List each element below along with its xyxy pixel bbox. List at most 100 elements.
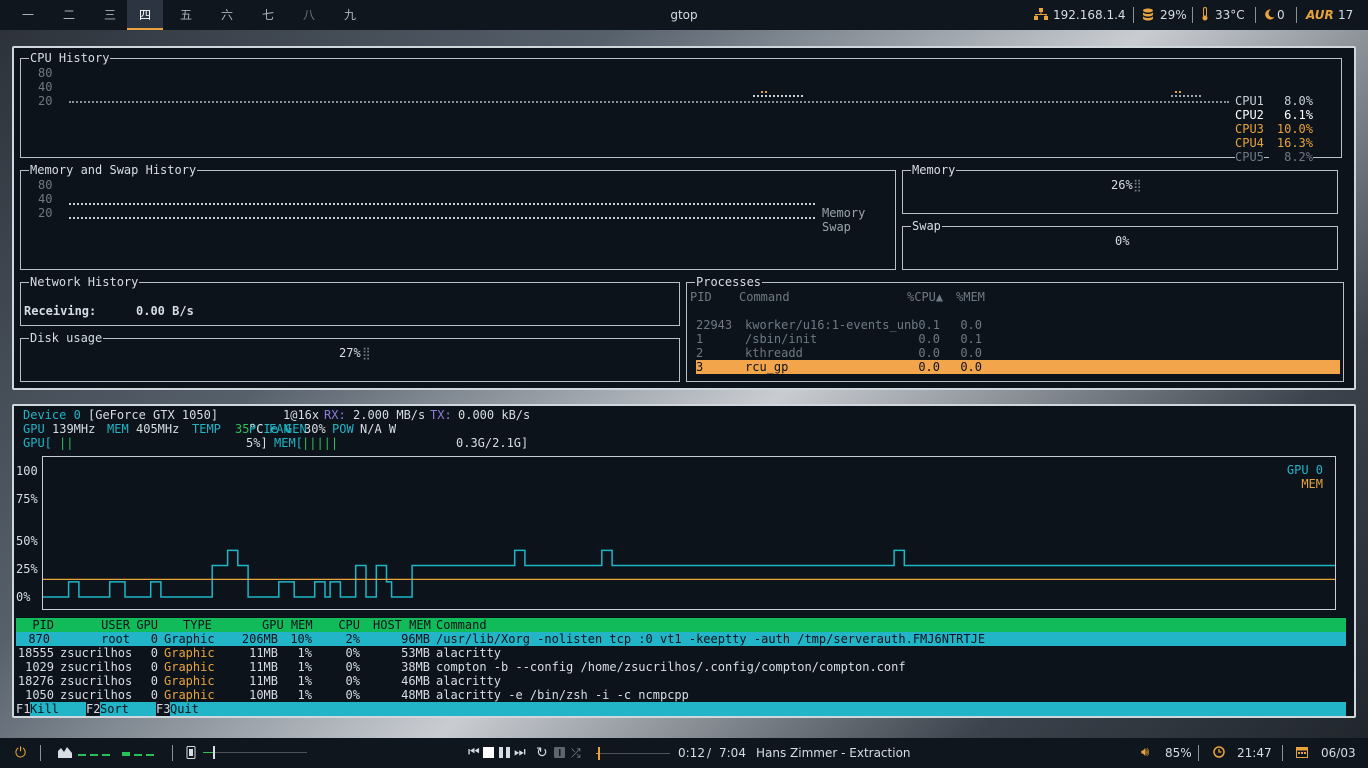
gpu-usage-chart	[43, 549, 1335, 598]
process-row[interactable]: 22943 kworker/u16:1-events_unb 0.1 0.0	[696, 318, 1340, 332]
process-row-selected[interactable]: 3 rcu_gp 0.0 0.0	[696, 360, 1340, 374]
gpu-process-cpu: 0%	[345, 660, 360, 674]
workspace-6[interactable]: 六	[207, 0, 247, 30]
next-track-icon[interactable]: ⏭	[514, 738, 526, 768]
cpu5-value: 8.2%	[1269, 150, 1313, 164]
gpu-process-user: zsucrilhos	[60, 674, 133, 688]
brightness-slider[interactable]	[203, 746, 307, 759]
cpu1-value: 8.0%	[1284, 94, 1313, 108]
stop-icon[interactable]	[483, 738, 494, 768]
gpu-process-host-mem: 38MB	[401, 660, 430, 674]
memory-swap-history-title: Memory and Swap History	[29, 163, 198, 177]
cpu3-label: CPU3	[1235, 122, 1264, 136]
process-row[interactable]: 2 kthreadd 0.0 0.0	[696, 346, 1340, 360]
processes-header-pid[interactable]: PID	[690, 290, 712, 304]
power-icon[interactable]: ⏻	[15, 738, 26, 768]
gpu-process-row[interactable]: 1050 zsucrilhos 0 Graphic 10MB 1% 0% 48M…	[16, 688, 1346, 702]
workspace-3[interactable]: 三	[90, 0, 130, 30]
device-label: Device 0	[23, 408, 81, 422]
device-name: [GeForce GTX 1050]	[88, 408, 219, 422]
f2-key[interactable]: F2	[86, 702, 100, 716]
f1-key[interactable]: F1	[16, 702, 30, 716]
gpu-process-row[interactable]: 18555 zsucrilhos 0 Graphic 11MB 1% 0% 53…	[16, 646, 1346, 660]
brightness-slider-handle[interactable]	[213, 746, 216, 759]
activity-mark	[102, 754, 110, 756]
workspace-5[interactable]: 五	[166, 0, 206, 30]
gpu-process-gpu-mem-pct: 10%	[290, 632, 312, 646]
gpu-process-row-selected[interactable]: 870 root 0 Graphic 206MB 10% 2% 96MB /us…	[16, 632, 1346, 646]
player-progress-handle[interactable]	[598, 747, 601, 760]
activity-mark	[134, 754, 142, 756]
header-cpu[interactable]: CPU	[326, 618, 360, 632]
cpu5-label: CPU5	[1235, 150, 1264, 164]
disk-usage-percent: 27%	[339, 346, 361, 360]
rx-value: 2.000 MB/s	[353, 408, 426, 422]
chart-legend-mem: MEM	[1301, 477, 1323, 491]
processes-header-command[interactable]: Command	[739, 290, 790, 304]
top-bar: 一 二 三 四 五 六 七 八 九 gtop 192.168.1.4 29% 3…	[0, 0, 1368, 30]
memory-swap-history-panel: Memory and Swap History 80 40 20 Memory …	[20, 163, 896, 270]
aur-label: AUR	[1306, 8, 1334, 22]
workspace-4[interactable]: 四	[127, 0, 163, 30]
header-host-mem[interactable]: HOST MEM	[373, 618, 431, 632]
gpu-process-host-mem: 53MB	[401, 646, 430, 660]
workspace-7[interactable]: 七	[248, 0, 288, 30]
pause-icon[interactable]	[499, 738, 511, 768]
activity-icon	[58, 738, 72, 768]
gpu-process-cpu: 0%	[345, 674, 360, 688]
cpu4-label: CPU4	[1235, 136, 1264, 150]
tx-value: 0.000 kB/s	[458, 408, 531, 422]
mem-bar-fill: |||||	[302, 436, 339, 450]
header-pid[interactable]: PID	[16, 618, 54, 632]
quit-action[interactable]: Quit	[170, 702, 230, 716]
temp-unit: °C	[249, 422, 264, 436]
gpu-process-type: Graphic	[164, 660, 215, 674]
swap-panel: Swap 0%	[902, 219, 1338, 270]
header-type[interactable]: TYPE	[183, 618, 212, 632]
header-gpu-mem[interactable]: GPU MEM	[262, 618, 313, 632]
gpu-process-type: Graphic	[164, 646, 215, 660]
previous-track-icon[interactable]: ⏮	[468, 738, 480, 768]
single-icon[interactable]	[554, 738, 565, 768]
process-row[interactable]: 1 /sbin/init 0.0 0.1	[696, 332, 1340, 346]
gpu-process-gpu: 0	[150, 674, 158, 688]
disk-usage: 29%	[1160, 8, 1187, 22]
volume-level[interactable]: 85%	[1165, 738, 1192, 768]
gpu-process-cpu: 2%	[345, 632, 360, 646]
repeat-icon[interactable]: ↻	[536, 738, 548, 768]
gpu-process-type: Graphic	[164, 632, 215, 646]
header-user[interactable]: USER	[60, 618, 130, 632]
processes-header-mem[interactable]: %MEM	[956, 290, 985, 304]
cpu2-value: 6.1%	[1284, 108, 1313, 122]
gpu-process-host-mem: 48MB	[401, 688, 430, 702]
kill-action[interactable]: Kill	[30, 702, 86, 716]
gpu-process-gpu-mem-pct: 1%	[297, 660, 312, 674]
gpu-process-user: zsucrilhos	[60, 660, 133, 674]
header-command[interactable]: Command	[436, 618, 487, 632]
f3-key[interactable]: F3	[156, 702, 170, 716]
process-command: /sbin/init	[745, 332, 818, 346]
process-command: kworker/u16:1-events_unb	[745, 318, 919, 332]
gpu-process-row[interactable]: 18276 zsucrilhos 0 Graphic 11MB 1% 0% 46…	[16, 674, 1346, 688]
network-history-title: Network History	[29, 275, 140, 289]
volume-icon[interactable]: 🔊︎	[1141, 738, 1149, 768]
process-cpu: 0.1	[918, 318, 940, 332]
workspace-9[interactable]: 九	[330, 0, 370, 30]
gpu-process-user: zsucrilhos	[60, 688, 133, 702]
network-history-panel: Network History Receiving: 0.00 B/s	[20, 275, 680, 326]
workspace-8[interactable]: 八	[289, 0, 329, 30]
workspace-2[interactable]: 二	[49, 0, 89, 30]
cpu-history-spike	[753, 95, 803, 97]
header-gpu[interactable]: GPU	[134, 618, 158, 632]
clock-time: 21:47	[1237, 746, 1272, 760]
cpu3-spike	[761, 91, 767, 93]
gpu-process-host-mem: 46MB	[401, 674, 430, 688]
sort-action[interactable]: Sort	[100, 702, 156, 716]
workspace-1[interactable]: 一	[8, 0, 48, 30]
processes-header-cpu[interactable]: %CPU▲	[907, 290, 943, 304]
bottom-bar: ⏻ ⏮ ⏭ ↻ ⤮ 0:12 / 7:04 Hans Zimmer - Extr…	[0, 738, 1368, 768]
shuffle-icon[interactable]: ⤮	[571, 738, 581, 768]
moon-icon	[1264, 0, 1275, 30]
gpu-process-row[interactable]: 1029 zsucrilhos 0 Graphic 11MB 1% 0% 38M…	[16, 660, 1346, 674]
player-progress-bar[interactable]	[596, 747, 670, 760]
